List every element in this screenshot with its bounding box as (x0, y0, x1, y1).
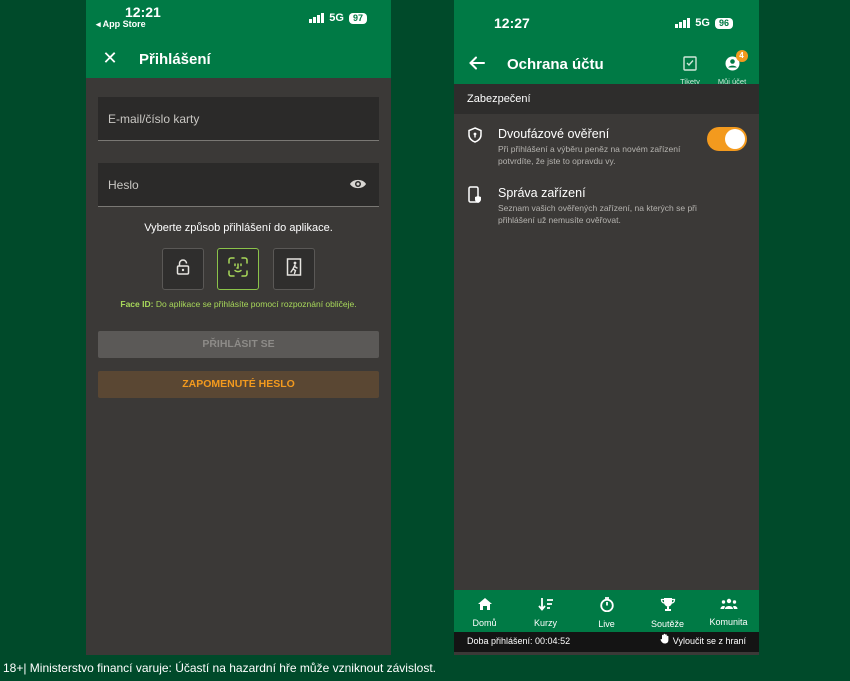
status-time: 12:27 (494, 15, 530, 31)
lock-option[interactable] (162, 248, 204, 290)
face-id-option[interactable] (217, 248, 259, 290)
trophy-icon (660, 598, 676, 616)
faceid-note-text: Do aplikace se přihlásíte pomocí rozpozn… (153, 299, 357, 309)
self-exclusion-label: Vyloučit se z hraní (672, 636, 746, 646)
lock-icon (176, 258, 190, 280)
gambling-warning: 18+| Ministerstvo financí varuje: Účastí… (3, 661, 436, 675)
section-title: Zabezpečení (454, 84, 759, 114)
app-header: ✕ Přihlášení (86, 38, 391, 78)
face-id-icon (228, 256, 248, 282)
bottom-tab-bar: Domů Kurzy Live Soutěže Komunita (454, 590, 759, 632)
status-time: 12:21 (125, 4, 161, 20)
setting-title: Dvoufázové ověření (498, 127, 610, 141)
account-button[interactable]: 4 Můj účet (712, 50, 752, 86)
status-bar: 12:21 ◂ App Store 5G 97 (86, 0, 391, 38)
account-icon: 4 (725, 50, 748, 76)
setting-title: Správa zařízení (498, 186, 586, 200)
password-placeholder: Heslo (108, 178, 139, 192)
email-field[interactable]: E-mail/číslo karty (98, 97, 379, 141)
session-bar: Doba přihlášení: 00:04:52 Vyloučit se z … (454, 632, 759, 652)
app-header: Ochrana účtu Tikety 4 Můj účet (454, 44, 759, 86)
tab-label: Kurzy (533, 618, 557, 628)
forgot-password-button[interactable]: ZAPOMENUTÉ HESLO (98, 371, 379, 398)
status-bar: 12:27 5G 96 (454, 0, 759, 44)
tab-label: Live (598, 619, 615, 629)
setting-description: Seznam vašich ověřených zařízení, na kte… (498, 203, 697, 225)
two-factor-toggle[interactable] (707, 127, 747, 151)
status-indicators: 5G 96 (675, 17, 733, 29)
network-type: 5G (329, 12, 344, 24)
signal-icon (309, 13, 325, 23)
account-protection-screen: 12:27 5G 96 Ochrana účtu Tikety 4 Můj úč… (454, 0, 759, 655)
faceid-note: Face ID: Do aplikace se přihlásíte pomoc… (86, 299, 391, 309)
page-title: Přihlášení (139, 51, 211, 68)
hand-stop-icon (660, 632, 670, 650)
odds-icon (537, 598, 554, 615)
faceid-note-label: Face ID: (120, 299, 154, 309)
exit-door-icon (286, 257, 302, 281)
tab-odds[interactable]: Kurzy (515, 590, 576, 632)
back-arrow-icon[interactable] (468, 54, 486, 77)
login-screen: 12:21 ◂ App Store 5G 97 ✕ Přihlášení E-m… (86, 0, 391, 655)
home-icon (477, 598, 493, 615)
login-method-prompt: Vyberte způsob přihlášení do aplikace. (144, 222, 333, 234)
exit-door-option[interactable] (273, 248, 315, 290)
page-title: Ochrana účtu (507, 56, 604, 73)
shield-icon (468, 127, 482, 148)
community-icon (720, 597, 738, 614)
session-login-time: Doba přihlášení: 00:04:52 (467, 636, 571, 646)
tickets-icon (683, 56, 697, 75)
tab-label: Komunita (709, 617, 748, 627)
battery-indicator: 96 (714, 17, 733, 29)
status-indicators: 5G 97 (309, 12, 367, 24)
setting-description: Při přihlášení a výběru peněz na novém z… (498, 144, 681, 166)
tab-label: Soutěže (650, 619, 685, 629)
toggle-knob (725, 129, 745, 149)
tab-competitions[interactable]: Soutěže (637, 590, 698, 632)
account-badge: 4 (735, 50, 748, 62)
tab-home[interactable]: Domů (454, 590, 515, 632)
tickets-button[interactable]: Tikety (676, 56, 704, 86)
device-shield-icon (468, 186, 482, 209)
signal-icon (675, 18, 691, 28)
battery-indicator: 97 (348, 12, 367, 24)
stopwatch-icon (599, 597, 615, 616)
eye-icon[interactable] (349, 177, 367, 196)
back-to-app-store[interactable]: ◂ App Store (96, 19, 146, 30)
email-placeholder: E-mail/číslo karty (108, 112, 200, 126)
tab-label: Domů (472, 618, 497, 628)
tab-community[interactable]: Komunita (698, 590, 759, 632)
tab-live[interactable]: Live (576, 590, 637, 632)
login-button[interactable]: PŘIHLÁSIT SE (98, 331, 379, 358)
self-exclusion-button[interactable]: Vyloučit se z hraní (660, 632, 746, 650)
network-type: 5G (695, 17, 710, 29)
close-icon[interactable]: ✕ (100, 48, 120, 68)
password-field[interactable]: Heslo (98, 163, 379, 207)
